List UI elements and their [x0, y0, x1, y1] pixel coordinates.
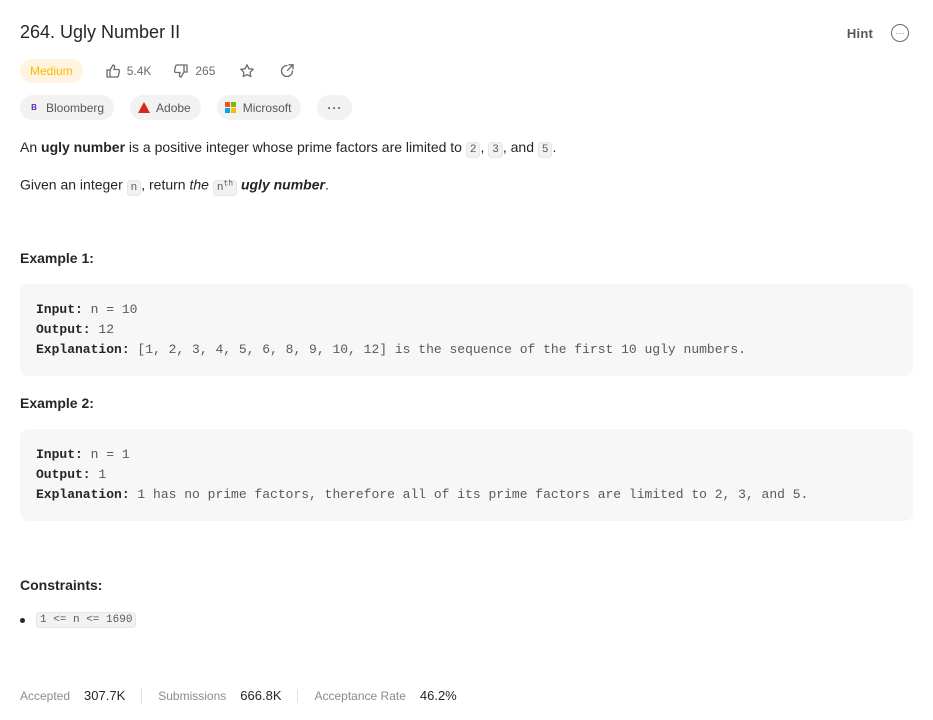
top-actions: Hint ··· — [847, 24, 909, 42]
example-1-title: Example 1: — [20, 250, 94, 266]
thumbs-down-icon — [174, 64, 189, 78]
description-paragraph-1: An ugly number is a positive integer who… — [20, 139, 557, 158]
dislike-button[interactable]: 265 — [173, 63, 215, 79]
inline-code: 5 — [537, 142, 553, 158]
favorite-button[interactable] — [239, 63, 255, 79]
constraints-title: Constraints: — [20, 577, 103, 593]
more-options-icon[interactable]: ··· — [891, 24, 909, 42]
inline-code-nth: nth — [212, 179, 238, 196]
bullet-icon — [20, 617, 25, 623]
description-paragraph-2: Given an integer n, return the nth ugly … — [20, 176, 329, 196]
example-2-block: Input: n = 1 Output: 1 Explanation: 1 ha… — [20, 429, 913, 521]
inline-code: 3 — [488, 142, 503, 158]
tag-label: Adobe — [156, 100, 191, 115]
ugly-number-term: ugly number — [41, 139, 126, 155]
more-tags-button[interactable]: ··· — [317, 95, 353, 120]
accepted-value: 307.7K — [84, 688, 126, 703]
divider — [141, 688, 143, 703]
tag-label: Microsoft — [242, 100, 292, 115]
share-button[interactable] — [279, 63, 295, 79]
divider — [297, 688, 299, 703]
example-1-block: Input: n = 10 Output: 12 Explanation: [1… — [20, 284, 913, 376]
tag-microsoft[interactable]: Microsoft — [216, 95, 302, 120]
inline-code: 2 — [465, 142, 481, 158]
acceptance-rate-label: Acceptance Rate — [314, 688, 406, 703]
submissions-label: Submissions — [158, 688, 227, 703]
submissions-value: 666.8K — [240, 688, 282, 703]
constraint-item: 1 <= n <= 1690 — [20, 612, 137, 628]
thumbs-up-icon — [106, 64, 120, 78]
like-button[interactable]: 5.4K — [105, 63, 152, 79]
bloomberg-logo-icon: B — [31, 103, 37, 112]
adobe-logo-icon — [138, 102, 151, 114]
share-icon — [281, 64, 295, 78]
dislike-count: 265 — [195, 64, 216, 78]
meta-row: Medium 5.4K 265 — [20, 59, 295, 83]
tag-adobe[interactable]: Adobe — [130, 95, 201, 120]
tag-label: Bloomberg — [46, 100, 105, 115]
microsoft-logo-icon — [225, 101, 237, 114]
accepted-label: Accepted — [20, 688, 71, 703]
tag-bloomberg[interactable]: B Bloomberg — [20, 95, 115, 120]
inline-code: n — [126, 179, 142, 196]
example-2-title: Example 2: — [20, 395, 94, 411]
like-count: 5.4K — [126, 64, 152, 78]
hint-button[interactable]: Hint — [847, 26, 873, 41]
company-tags: B Bloomberg Adobe Microsoft ··· — [20, 95, 353, 120]
acceptance-rate-value: 46.2% — [419, 688, 457, 703]
constraint-code: 1 <= n <= 1690 — [36, 612, 137, 628]
problem-title: 264. Ugly Number II — [20, 22, 181, 42]
stats-bar: Accepted 307.7K Submissions 666.8K Accep… — [20, 688, 457, 703]
difficulty-badge: Medium — [20, 59, 83, 83]
star-icon — [240, 64, 255, 78]
